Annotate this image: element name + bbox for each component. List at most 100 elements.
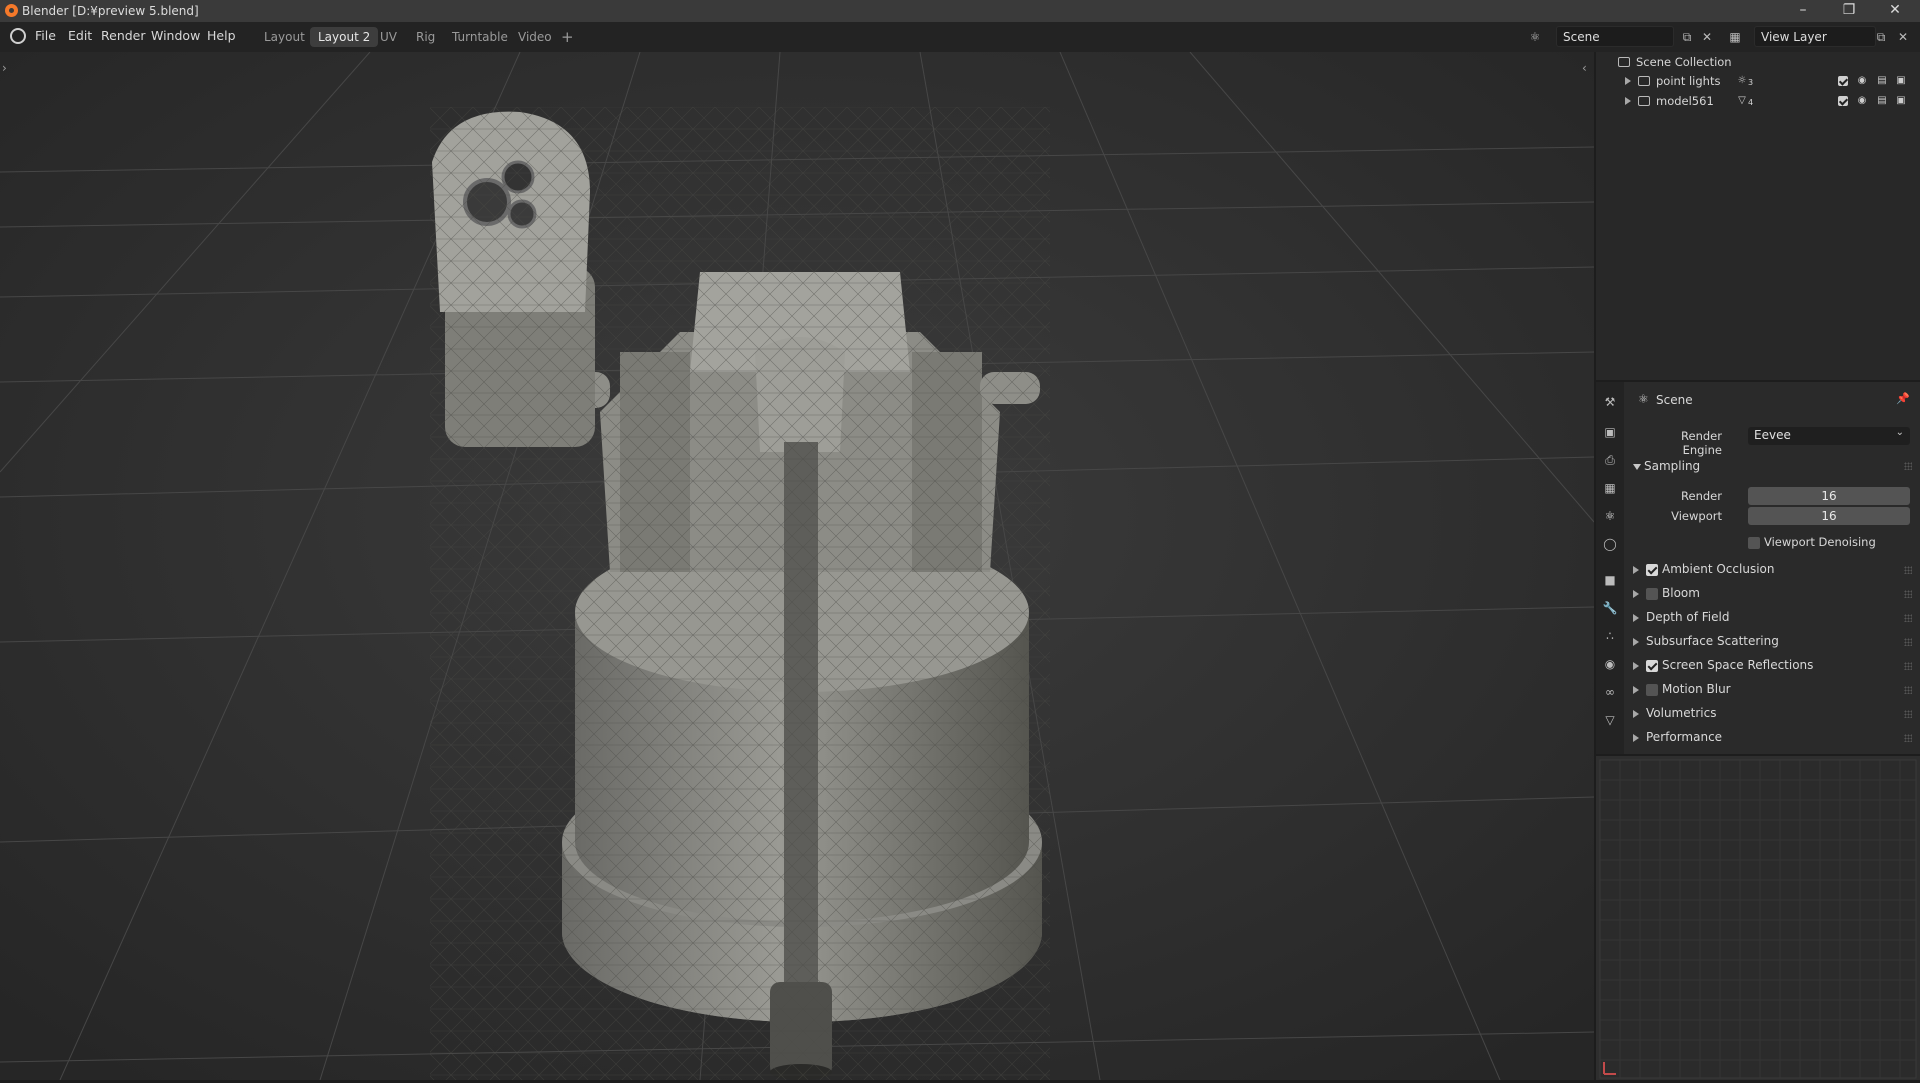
collapse-arrow-icon[interactable] bbox=[1633, 464, 1641, 470]
eye-icon[interactable]: ◉ bbox=[1856, 76, 1868, 86]
monitor-icon[interactable]: ▤ bbox=[1876, 96, 1888, 106]
outliner-scene-collection[interactable]: Scene Collection bbox=[1596, 52, 1920, 72]
modifier-icon[interactable]: 🔧 bbox=[1602, 600, 1618, 616]
view-layer-field[interactable]: View Layer bbox=[1754, 26, 1876, 47]
toolbar-toggle-icon[interactable]: › bbox=[2, 61, 7, 75]
drag-handle-icon[interactable] bbox=[1904, 686, 1912, 694]
add-workspace-button[interactable]: + bbox=[553, 27, 582, 47]
monitor-icon[interactable]: ▤ bbox=[1876, 76, 1888, 86]
panel-label: Screen Space Reflections bbox=[1662, 658, 1814, 672]
drag-handle-icon[interactable] bbox=[1904, 710, 1912, 718]
blender-menu-icon[interactable] bbox=[10, 28, 26, 44]
render-engine-dropdown[interactable]: Eevee ⌄ bbox=[1748, 427, 1910, 445]
menu-window[interactable]: Window bbox=[151, 28, 200, 43]
expand-arrow-icon[interactable] bbox=[1633, 566, 1639, 574]
panel-subsurface-scattering[interactable]: Subsurface Scattering bbox=[1624, 630, 1920, 654]
view-layer-icon[interactable]: ▦ bbox=[1724, 27, 1746, 47]
delete-view-layer-icon[interactable]: ✕ bbox=[1892, 27, 1914, 47]
outliner-item[interactable]: point lights ☼ 3 ◉ ▤ ▣ bbox=[1596, 71, 1920, 91]
scene-collection-label: Scene Collection bbox=[1636, 55, 1732, 69]
physics-icon[interactable]: ◉ bbox=[1602, 656, 1618, 672]
drag-handle-icon[interactable] bbox=[1904, 734, 1912, 742]
panel-label: Ambient Occlusion bbox=[1662, 562, 1775, 576]
close-icon[interactable]: ✕ bbox=[1872, 0, 1918, 22]
panel-checkbox[interactable] bbox=[1646, 660, 1658, 672]
expand-arrow-icon[interactable] bbox=[1633, 614, 1639, 622]
top-bar: File Edit Render Window Help Layout Layo… bbox=[0, 22, 1920, 52]
panel-volumetrics[interactable]: Volumetrics bbox=[1624, 702, 1920, 726]
outliner-item[interactable]: model561 ▽ 4 ◉ ▤ ▣ bbox=[1596, 91, 1920, 111]
tab-layout-2[interactable]: Layout 2 bbox=[310, 27, 379, 47]
menu-edit[interactable]: Edit bbox=[68, 28, 92, 43]
panel-checkbox[interactable] bbox=[1646, 684, 1658, 696]
drag-handle-icon[interactable] bbox=[1904, 566, 1912, 574]
blender-logo-icon bbox=[5, 4, 18, 17]
panel-checkbox[interactable] bbox=[1646, 588, 1658, 600]
drag-handle-icon[interactable] bbox=[1904, 590, 1912, 598]
render-icon[interactable]: ▣ bbox=[1602, 424, 1618, 440]
world-icon[interactable]: ◯ bbox=[1602, 536, 1618, 552]
panel-performance[interactable]: Performance bbox=[1624, 726, 1920, 750]
sidebar-toggle-icon[interactable]: ‹ bbox=[1582, 61, 1587, 75]
viewport-denoising-checkbox[interactable] bbox=[1748, 537, 1760, 549]
delete-scene-icon[interactable]: ✕ bbox=[1696, 27, 1718, 47]
panel-screen-space-reflections[interactable]: Screen Space Reflections bbox=[1624, 654, 1920, 678]
expand-arrow-icon[interactable] bbox=[1633, 734, 1639, 742]
outliner[interactable]: Scene Collection point lights ☼ 3 ◉ ▤ ▣ … bbox=[1596, 52, 1920, 380]
exclude-checkbox[interactable] bbox=[1838, 76, 1848, 86]
secondary-editor[interactable] bbox=[1596, 756, 1920, 1080]
drag-handle-icon[interactable] bbox=[1904, 462, 1912, 470]
expand-arrow-icon[interactable] bbox=[1633, 662, 1639, 670]
drag-handle-icon[interactable] bbox=[1904, 614, 1912, 622]
turret-model[interactable] bbox=[430, 107, 1050, 1080]
panel-motion-blur[interactable]: Motion Blur bbox=[1624, 678, 1920, 702]
new-view-layer-icon[interactable]: ⧉ bbox=[1870, 27, 1892, 47]
sampling-header[interactable]: Sampling bbox=[1644, 459, 1700, 473]
menu-file[interactable]: File bbox=[35, 28, 56, 43]
outliner-item-label: model561 bbox=[1656, 94, 1714, 108]
new-scene-icon[interactable]: ⧉ bbox=[1676, 27, 1698, 47]
tab-layout[interactable]: Layout bbox=[256, 27, 313, 47]
tab-rig[interactable]: Rig bbox=[408, 27, 443, 47]
properties-editor[interactable]: ⚒ ▣ ⎙ ▦ ⚛ ◯ ■ 🔧 ∴ ◉ ∞ ▽ ⚛ Scene 📌 Render… bbox=[1596, 382, 1920, 754]
expand-arrow-icon[interactable] bbox=[1633, 686, 1639, 694]
render-engine-value: Eevee bbox=[1754, 428, 1791, 442]
drag-handle-icon[interactable] bbox=[1904, 638, 1912, 646]
title-bar: Blender [D:¥preview 5.blend] – ❐ ✕ bbox=[0, 0, 1920, 22]
menu-render[interactable]: Render bbox=[101, 28, 146, 43]
3d-viewport[interactable]: › ‹ bbox=[0, 52, 1594, 1080]
scene-icon[interactable]: ⚛ bbox=[1524, 27, 1546, 47]
drag-handle-icon[interactable] bbox=[1904, 662, 1912, 670]
tab-uv[interactable]: UV bbox=[372, 27, 405, 47]
expand-arrow-icon[interactable] bbox=[1625, 97, 1631, 105]
panel-bloom[interactable]: Bloom bbox=[1624, 582, 1920, 606]
object-icon[interactable]: ■ bbox=[1602, 572, 1618, 588]
panel-checkbox[interactable] bbox=[1646, 564, 1658, 576]
particles-icon[interactable]: ∴ bbox=[1602, 628, 1618, 644]
expand-arrow-icon[interactable] bbox=[1633, 710, 1639, 718]
expand-arrow-icon[interactable] bbox=[1633, 590, 1639, 598]
render-samples-field[interactable]: 16 bbox=[1748, 487, 1910, 505]
minimize-icon[interactable]: – bbox=[1780, 0, 1826, 22]
view-layer-tab-icon[interactable]: ▦ bbox=[1602, 480, 1618, 496]
pin-icon[interactable]: 📌 bbox=[1896, 392, 1910, 405]
tool-icon[interactable]: ⚒ bbox=[1602, 394, 1618, 410]
output-icon[interactable]: ⎙ bbox=[1602, 452, 1618, 468]
viewport-samples-field[interactable]: 16 bbox=[1748, 507, 1910, 525]
expand-arrow-icon[interactable] bbox=[1625, 77, 1631, 85]
constraints-icon[interactable]: ∞ bbox=[1602, 684, 1618, 700]
camera-icon[interactable]: ▣ bbox=[1895, 76, 1907, 86]
eye-icon[interactable]: ◉ bbox=[1856, 96, 1868, 106]
panel-depth-of-field[interactable]: Depth of Field bbox=[1624, 606, 1920, 630]
scene-tab-icon[interactable]: ⚛ bbox=[1602, 508, 1618, 524]
tab-turntable[interactable]: Turntable bbox=[444, 27, 516, 47]
viewport-canvas[interactable]: › ‹ bbox=[0, 52, 1594, 1080]
panel-ambient-occlusion[interactable]: Ambient Occlusion bbox=[1624, 558, 1920, 582]
restore-icon[interactable]: ❐ bbox=[1826, 0, 1872, 22]
exclude-checkbox[interactable] bbox=[1838, 96, 1848, 106]
expand-arrow-icon[interactable] bbox=[1633, 638, 1639, 646]
data-icon[interactable]: ▽ bbox=[1602, 712, 1618, 728]
menu-help[interactable]: Help bbox=[207, 28, 236, 43]
scene-field[interactable]: Scene bbox=[1556, 26, 1674, 47]
camera-icon[interactable]: ▣ bbox=[1895, 96, 1907, 106]
